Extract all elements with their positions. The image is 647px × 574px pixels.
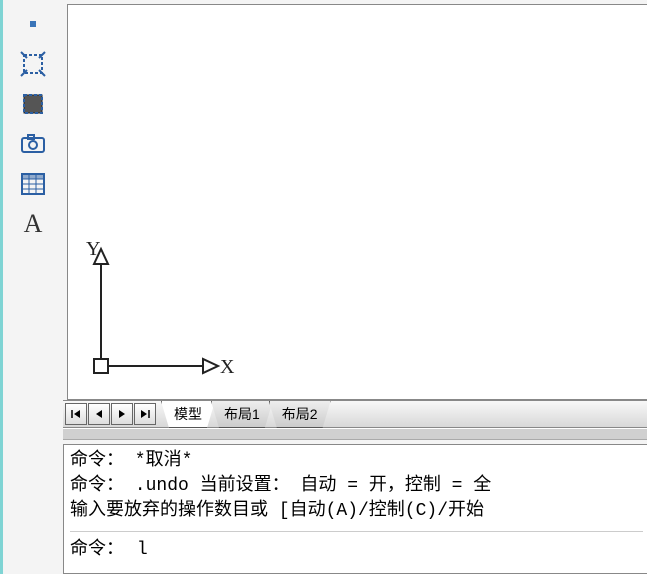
tab-layout1[interactable]: 布局1	[211, 401, 273, 428]
tool-limits-filled-icon[interactable]	[15, 86, 51, 122]
nav-next-button[interactable]	[111, 403, 133, 425]
command-input-line: 命令：	[70, 538, 643, 563]
command-prompt: 命令：	[70, 538, 124, 563]
left-toolbar: A	[3, 0, 63, 574]
tool-camera-icon[interactable]	[15, 126, 51, 162]
tab-model[interactable]: 模型	[161, 401, 215, 428]
ucs-icon	[88, 219, 248, 379]
resize-splitter[interactable]	[63, 428, 647, 440]
cmd-separator	[70, 531, 643, 532]
nav-first-button[interactable]	[65, 403, 87, 425]
tool-limits-icon[interactable]	[15, 46, 51, 82]
cmd-line-2: 命令： .undo 当前设置： 自动 = 开，控制 = 全	[70, 474, 643, 499]
command-input[interactable]	[135, 539, 643, 561]
tool-table-icon[interactable]	[15, 166, 51, 202]
cmd-line-1: 命令： *取消*	[70, 449, 643, 474]
main-area: Y X	[63, 0, 647, 574]
tab-bar: 模型 布局1 布局2	[63, 400, 647, 428]
app-root: A Y X	[0, 0, 647, 574]
layout-tabs: 模型 布局1 布局2	[161, 401, 327, 427]
tool-point-icon[interactable]	[15, 6, 51, 42]
nav-last-button[interactable]	[134, 403, 156, 425]
command-panel: 命令： *取消* 命令： .undo 当前设置： 自动 = 开，控制 = 全 输…	[63, 444, 647, 574]
command-history: 命令： *取消* 命令： .undo 当前设置： 自动 = 开，控制 = 全 输…	[70, 449, 643, 525]
cmd-line-3: 输入要放弃的操作数目或 [自动(A)/控制(C)/开始	[70, 499, 643, 524]
drawing-canvas[interactable]: Y X	[67, 4, 647, 400]
tab-layout2[interactable]: 布局2	[269, 401, 331, 428]
tool-text-icon[interactable]: A	[15, 206, 51, 242]
nav-prev-button[interactable]	[88, 403, 110, 425]
